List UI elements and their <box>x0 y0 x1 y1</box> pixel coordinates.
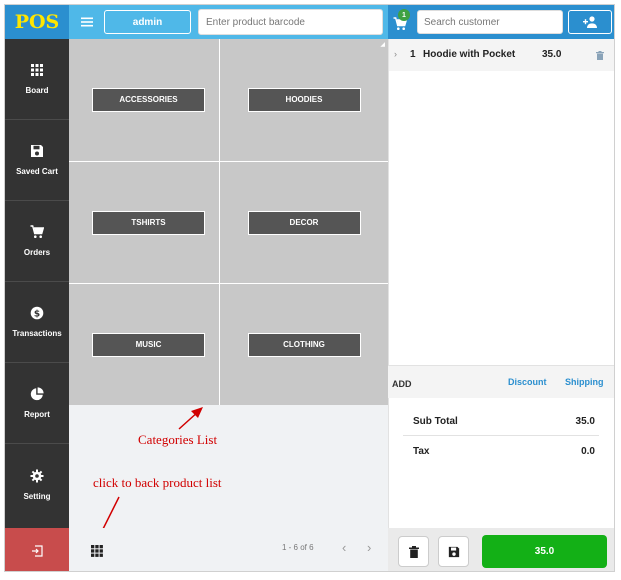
chevron-right-icon[interactable]: › <box>394 49 397 59</box>
category-cell: TSHIRTS <box>69 162 228 283</box>
cart-item-name: Hoodie with Pocket <box>423 49 516 60</box>
chevron-right-icon[interactable]: › <box>367 540 371 555</box>
sidebar-item-setting[interactable]: Setting <box>5 444 69 525</box>
top-bar: admin <box>69 5 388 39</box>
sidebar-item-label: Board <box>25 86 49 95</box>
tax-label: Tax <box>413 446 430 457</box>
sidebar-item-label: Transactions <box>12 329 62 338</box>
grid-icon <box>31 64 43 76</box>
category-cell: HOODIES ◢ <box>220 39 388 160</box>
category-button-decor[interactable]: DECOR <box>247 210 361 235</box>
clear-cart-button[interactable] <box>398 536 429 567</box>
grid-divider <box>219 39 220 405</box>
cart-action-bar: 35.0 <box>388 528 614 571</box>
add-bar: ADD Discount Shipping <box>388 365 614 398</box>
annotation-area: Categories List click to back product li… <box>69 405 388 541</box>
tax-value: 0.0 <box>581 446 595 457</box>
pager-bar: 1 - 6 of 6 ‹ › <box>69 528 388 571</box>
sidebar-item-saved-cart[interactable]: Saved Cart <box>5 120 69 201</box>
hamburger-menu-icon[interactable] <box>80 15 94 29</box>
category-cell: CLOTHING <box>220 284 388 405</box>
gear-icon <box>30 469 44 482</box>
pager-range: 1 - 6 of 6 <box>282 543 314 552</box>
user-button[interactable]: admin <box>104 10 191 34</box>
add-user-icon <box>583 16 597 28</box>
pie-chart-icon <box>30 387 44 401</box>
category-button-music[interactable]: MUSIC <box>92 332 205 357</box>
chevron-left-icon[interactable]: ‹ <box>342 540 346 555</box>
annotation-arrow-up <box>178 407 203 430</box>
annotation-categories-list: Categories List <box>138 432 218 447</box>
search-customer-input[interactable] <box>417 10 563 34</box>
cart-item-row[interactable]: › 1 Hoodie with Pocket 35.0 <box>389 39 614 71</box>
cart-item-price: 35.0 <box>542 49 562 60</box>
barcode-input[interactable] <box>198 9 383 35</box>
grid-divider <box>69 161 388 162</box>
category-button-tshirts[interactable]: TSHIRTS <box>92 210 205 235</box>
trash-icon[interactable] <box>596 51 604 60</box>
sidebar-item-label: Report <box>24 410 50 419</box>
category-cell: ACCESSORIES <box>69 39 228 160</box>
cart-count-badge: 1 <box>398 9 410 21</box>
category-button-hoodies[interactable]: HOODIES <box>247 87 361 112</box>
category-button-accessories[interactable]: ACCESSORIES <box>92 87 205 112</box>
sidebar-item-orders[interactable]: Orders <box>5 201 69 282</box>
sidebar-item-label: Orders <box>23 248 51 257</box>
trash-icon <box>408 545 419 558</box>
shipping-link[interactable]: Shipping <box>565 377 604 387</box>
save-icon <box>448 546 459 557</box>
categories-grid: ACCESSORIES HOODIES ◢ TSHIRTS DECOR MUSI… <box>69 39 388 405</box>
pay-button[interactable]: 35.0 <box>482 535 607 568</box>
grid-view-icon[interactable] <box>91 545 103 557</box>
app-logo: POS <box>5 5 69 39</box>
svg-text:$: $ <box>34 309 40 319</box>
subtotal-label: Sub Total <box>413 416 458 427</box>
logout-button[interactable] <box>5 528 69 571</box>
cart-items-list: › 1 Hoodie with Pocket 35.0 <box>388 39 614 365</box>
cart-icon <box>30 225 44 238</box>
cart-item-qty: 1 <box>410 49 416 60</box>
add-label: ADD <box>392 379 412 389</box>
logout-icon <box>32 544 43 557</box>
sidebar-item-transactions[interactable]: $ Transactions <box>5 282 69 363</box>
category-button-clothing[interactable]: CLOTHING <box>247 332 361 357</box>
totals-panel: Sub Total 35.0 Tax 0.0 <box>388 398 614 528</box>
add-customer-button[interactable] <box>568 10 612 34</box>
tax-row: Tax 0.0 <box>403 436 599 466</box>
save-icon <box>31 145 43 157</box>
sidebar-item-label: Saved Cart <box>16 167 58 176</box>
sidebar-item-report[interactable]: Report <box>5 363 69 444</box>
resize-corner-icon: ◢ <box>380 42 385 48</box>
category-cell: DECOR <box>220 162 388 283</box>
sidebar: POS Board Saved Cart Orders $ Transactio… <box>5 5 69 571</box>
category-cell: MUSIC <box>69 284 228 405</box>
subtotal-value: 35.0 <box>575 416 595 427</box>
app-frame: POS Board Saved Cart Orders $ Transactio… <box>4 4 615 572</box>
cart-top-bar: 1 <box>388 5 614 39</box>
sidebar-item-board[interactable]: Board <box>5 39 69 120</box>
annotation-back-hint: click to back product list <box>93 475 222 490</box>
subtotal-row: Sub Total 35.0 <box>403 406 599 436</box>
grid-divider <box>69 283 388 284</box>
sidebar-item-label: Setting <box>23 491 51 501</box>
dollar-icon: $ <box>30 306 44 320</box>
save-cart-button[interactable] <box>438 536 469 567</box>
discount-link[interactable]: Discount <box>508 377 547 387</box>
